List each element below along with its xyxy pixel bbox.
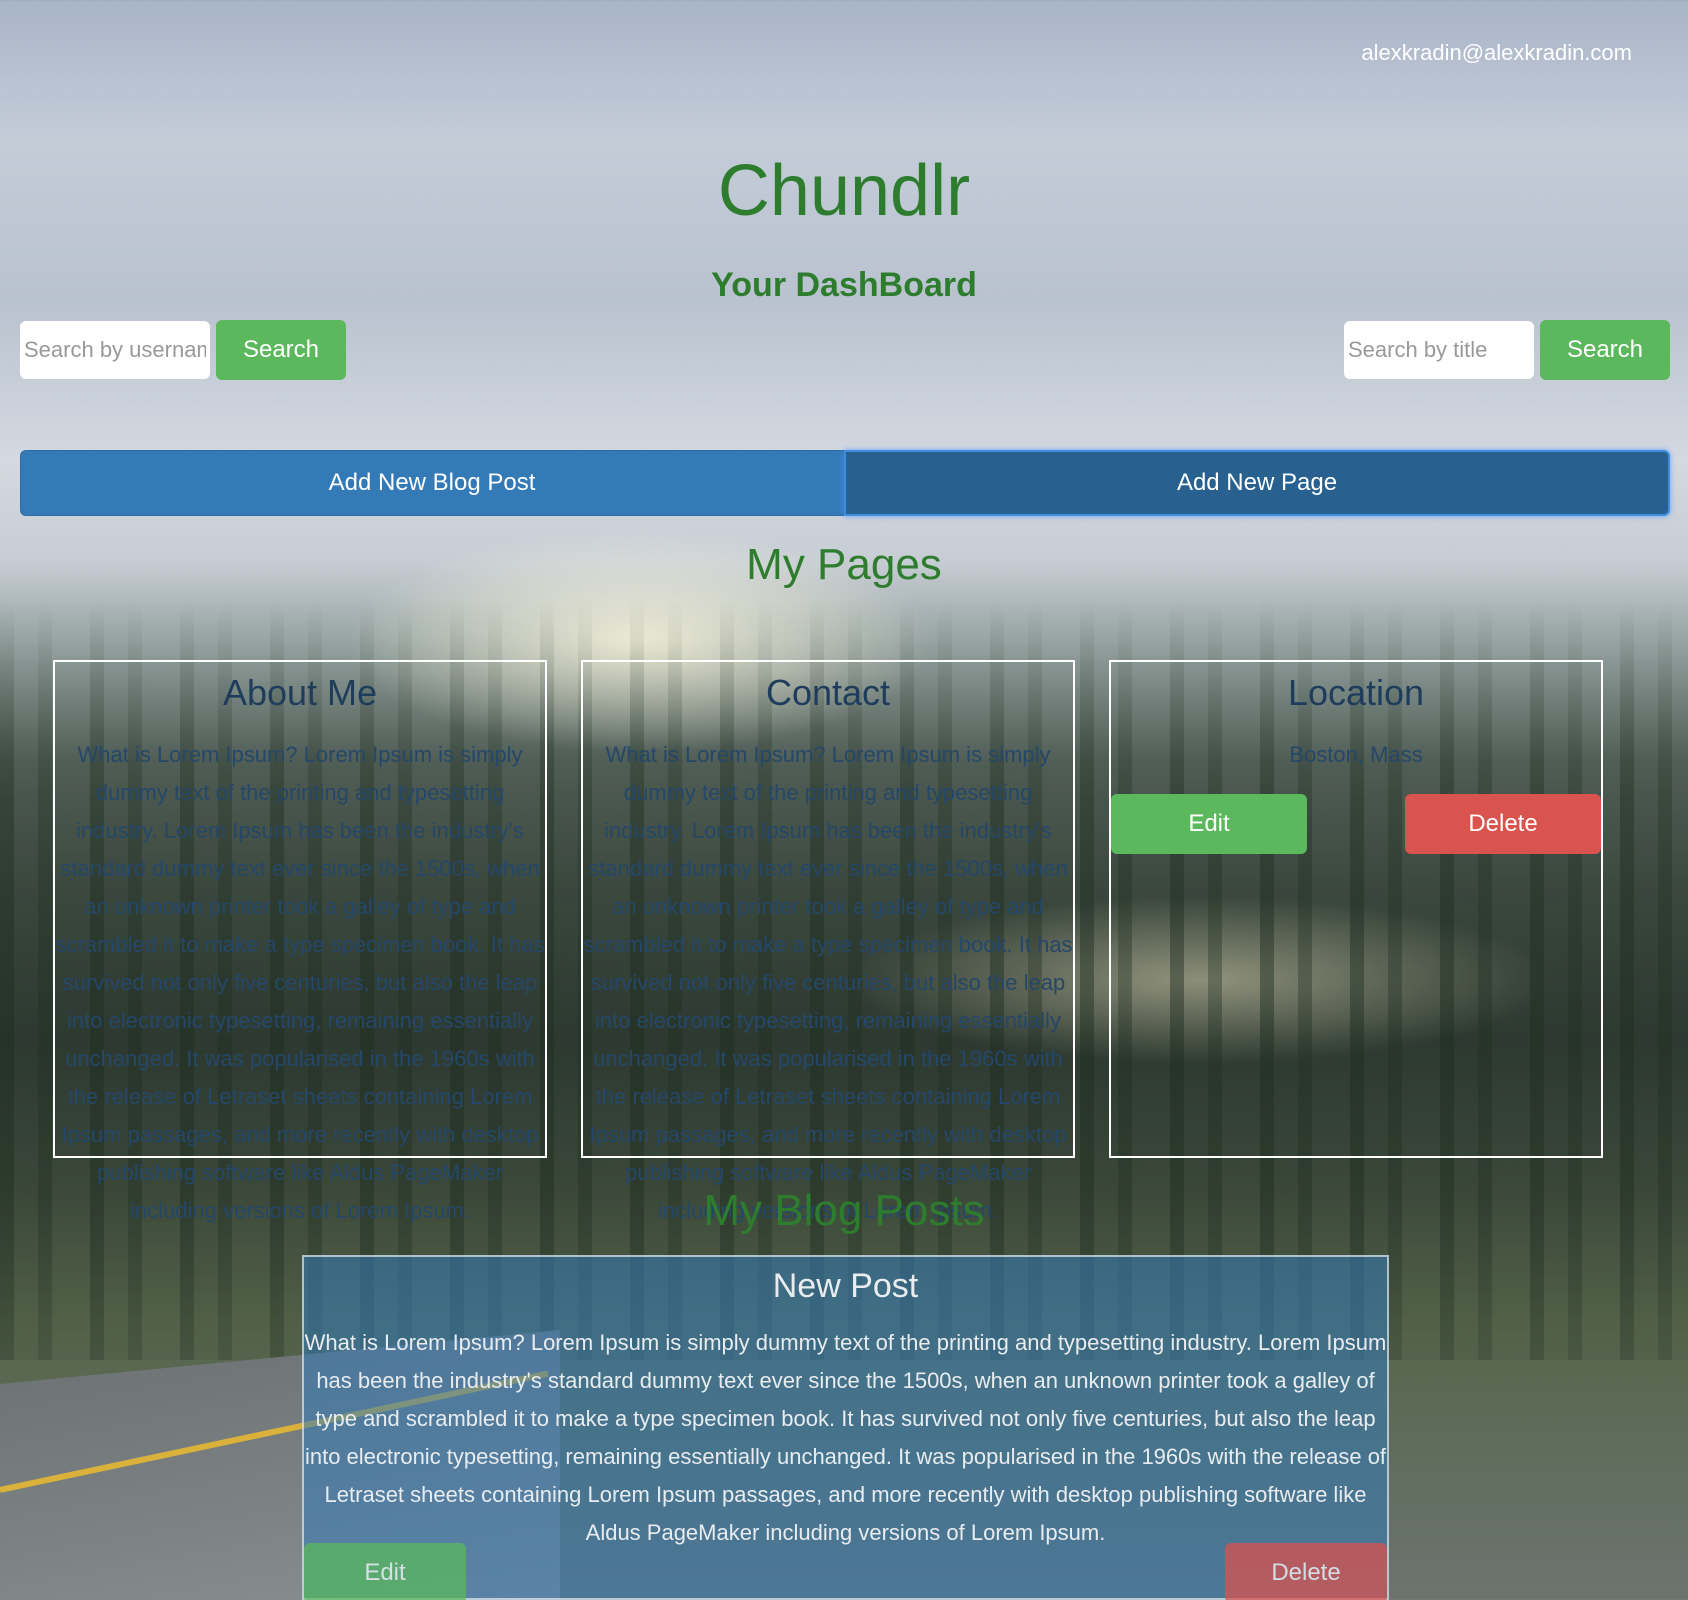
- page-card-about-me[interactable]: About Me What is Lorem Ipsum? Lorem Ipsu…: [53, 660, 547, 1223]
- brand-title: Chundlr: [717, 151, 971, 231]
- page-card-title: About Me: [222, 672, 378, 713]
- page-card-body: What is Lorem Ipsum? Lorem Ipsum is simp…: [55, 742, 545, 1223]
- title-search-form: Search: [1344, 320, 1670, 380]
- page-card-contact[interactable]: Contact What is Lorem Ipsum? Lorem Ipsum…: [581, 660, 1075, 1223]
- pages-list: About Me What is Lorem Ipsum? Lorem Ipsu…: [53, 660, 1603, 1223]
- username-search-input[interactable]: [20, 321, 210, 379]
- blog-post-body: What is Lorem Ipsum? Lorem Ipsum is simp…: [304, 1330, 1387, 1545]
- my-blog-posts-heading: My Blog Posts: [703, 1186, 985, 1235]
- page-subtitle: Your DashBoard: [711, 266, 977, 304]
- blog-post-title: New Post: [772, 1267, 919, 1305]
- my-pages-heading: My Pages: [746, 540, 942, 589]
- blog-post-card[interactable]: New Post What is Lorem Ipsum? Lorem Ipsu…: [302, 1255, 1389, 1600]
- page-card-title: Location: [1287, 672, 1425, 713]
- title-search-button[interactable]: Search: [1540, 320, 1670, 380]
- title-search-input[interactable]: [1344, 321, 1534, 379]
- page-card-body: Boston, Mass: [1289, 742, 1423, 767]
- add-blog-post-button[interactable]: Add New Blog Post: [20, 450, 844, 516]
- edit-page-button[interactable]: Edit: [1111, 794, 1307, 854]
- add-page-button[interactable]: Add New Page: [844, 450, 1670, 516]
- user-email-link[interactable]: alexkradin@alexkradin.com: [1361, 40, 1632, 66]
- page-card-actions: Edit Delete: [1111, 794, 1601, 854]
- action-button-group: Add New Blog Post Add New Page: [20, 450, 1670, 516]
- delete-post-button[interactable]: Delete: [1225, 1543, 1387, 1600]
- username-search-button[interactable]: Search: [216, 320, 346, 380]
- delete-page-button[interactable]: Delete: [1405, 794, 1601, 854]
- page-card-title: Contact: [765, 672, 891, 713]
- edit-post-button[interactable]: Edit: [304, 1543, 466, 1600]
- page-card-location[interactable]: Location Boston, Mass Edit Delete: [1109, 660, 1603, 1158]
- blog-post-actions: Edit Delete: [304, 1543, 1387, 1600]
- page-card-body: What is Lorem Ipsum? Lorem Ipsum is simp…: [583, 742, 1073, 1223]
- username-search-form: Search: [20, 320, 346, 380]
